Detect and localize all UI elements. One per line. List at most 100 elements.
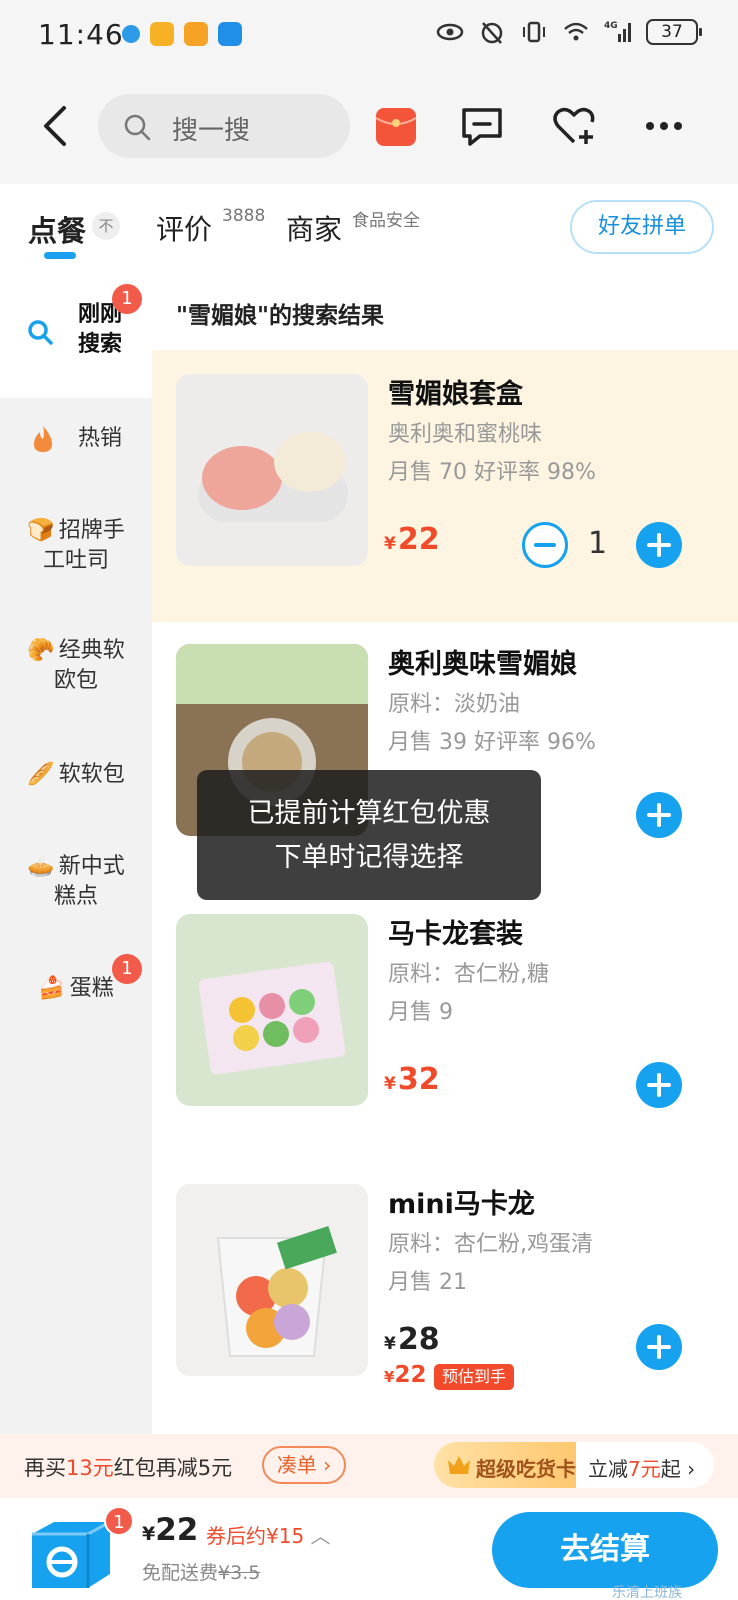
coupon-price-text: 券后约¥15 bbox=[206, 1524, 305, 1548]
status-time: 11:46 bbox=[38, 18, 124, 51]
vip-discount-part: 起 bbox=[660, 1457, 681, 1481]
favorite-add-icon[interactable] bbox=[550, 102, 598, 150]
bread-icon: 🍞 bbox=[27, 518, 55, 543]
tab-merchant[interactable]: 商家 bbox=[286, 208, 342, 248]
system-icons: 4G 37 bbox=[436, 18, 702, 46]
tab-bar: 点餐 不 评价 3888 商家 食品安全 好友拼单 bbox=[0, 184, 738, 274]
tart-icon: 🥧 bbox=[27, 854, 55, 879]
product-description: 原料：淡奶油 bbox=[388, 692, 521, 717]
product-name: 马卡龙套装 bbox=[388, 919, 523, 950]
more-icon[interactable] bbox=[640, 102, 688, 150]
friend-group-order-button[interactable]: 好友拼单 bbox=[570, 200, 714, 254]
sidebar-item-soft-bread[interactable]: 🥐 经典软 欧包 bbox=[0, 636, 152, 696]
tab-active-indicator bbox=[44, 252, 76, 259]
product-card[interactable]: 雪媚娘套盒 奥利奥和蜜桃味 月售 70 好评率 98% ¥22 1 bbox=[152, 350, 738, 622]
sidebar-item-label: 搜索 bbox=[78, 332, 123, 357]
product-sales: 月售 39 好评率 96% bbox=[388, 730, 596, 755]
toast-message: 已提前计算红包优惠 下单时记得选择 bbox=[197, 770, 541, 900]
vip-discount-part: 立减 bbox=[588, 1457, 628, 1481]
notification-icons bbox=[122, 22, 242, 46]
sidebar-item-label: 新中式 bbox=[58, 854, 125, 879]
battery-indicator: 37 bbox=[646, 19, 702, 45]
product-sales: 月售 21 bbox=[388, 1270, 467, 1295]
sidebar-item-label: 经典软 bbox=[58, 638, 125, 663]
promo-text-part: 再买 bbox=[24, 1456, 66, 1480]
sidebar-item-label: 热销 bbox=[77, 426, 122, 451]
collapse-button[interactable]: 不 bbox=[92, 212, 120, 240]
product-image bbox=[176, 374, 368, 566]
wifi-icon bbox=[564, 22, 588, 41]
product-price: ¥28 bbox=[384, 1322, 440, 1357]
sidebar-item-soft-bun[interactable]: 🥖 软软包 bbox=[0, 760, 152, 790]
app-notification-icon bbox=[150, 22, 174, 46]
sidebar-item-label: 欧包 bbox=[53, 668, 98, 693]
coupon-price[interactable]: 券后约¥15 ︿ bbox=[206, 1520, 331, 1549]
sidebar-item-toast[interactable]: 🍞 招牌手 工吐司 bbox=[0, 516, 152, 576]
checkout-button[interactable]: 去结算 bbox=[492, 1512, 718, 1588]
add-more-button[interactable]: 凑单 › bbox=[262, 1446, 346, 1484]
sidebar-item-hot[interactable]: 热销 bbox=[0, 424, 152, 454]
product-image bbox=[176, 1184, 368, 1376]
currency-symbol: ¥ bbox=[384, 1074, 396, 1094]
product-sales: 月售 70 好评率 98% bbox=[388, 460, 596, 485]
product-description: 原料：杏仁粉,鸡蛋清 bbox=[388, 1232, 593, 1257]
tab-order[interactable]: 点餐 bbox=[28, 208, 86, 250]
app-notification-icon bbox=[122, 25, 140, 43]
sidebar-item-label: 蛋糕 bbox=[69, 976, 114, 1001]
product-price: ¥32 bbox=[384, 1062, 440, 1097]
product-description: 奥利奥和蜜桃味 bbox=[388, 422, 543, 447]
add-to-cart-button[interactable] bbox=[636, 1062, 682, 1108]
sidebar-item-label: 软软包 bbox=[58, 762, 125, 787]
sidebar-item-label: 工吐司 bbox=[42, 548, 109, 573]
promo-text-part: 红包再减5元 bbox=[113, 1456, 233, 1480]
top-nav: 搜一搜 bbox=[0, 72, 738, 184]
sidebar-item-label: 招牌手 bbox=[58, 518, 125, 543]
product-card[interactable]: 马卡龙套装 原料：杏仁粉,糖 月售 9 ¥32 bbox=[152, 890, 738, 1162]
red-packet-icon[interactable] bbox=[372, 102, 420, 150]
search-input[interactable]: 搜一搜 bbox=[98, 94, 350, 158]
search-icon bbox=[124, 114, 151, 141]
cake-icon: 🍰 bbox=[38, 976, 66, 1001]
product-image bbox=[176, 914, 368, 1106]
price-value: 28 bbox=[397, 1322, 440, 1357]
currency-symbol: ¥ bbox=[384, 534, 396, 554]
watermark: 乐清上班族 bbox=[612, 1585, 682, 1600]
estimated-price-tag: 预估到手 bbox=[434, 1364, 515, 1390]
eye-icon bbox=[436, 23, 464, 41]
notification-badge: 1 bbox=[112, 954, 142, 984]
message-icon[interactable] bbox=[458, 102, 506, 150]
product-card[interactable]: mini马卡龙 原料：杏仁粉,鸡蛋清 月售 21 ¥28 ¥22 预估到手 bbox=[152, 1160, 738, 1432]
product-description: 原料：杏仁粉,糖 bbox=[388, 962, 549, 987]
add-to-cart-button[interactable] bbox=[636, 1324, 682, 1370]
sidebar-item-chinese-pastry[interactable]: 🥧 新中式 糕点 bbox=[0, 852, 152, 912]
category-sidebar: 刚刚 搜索 1 热销 🍞 招牌手 工吐司 🥐 经典软 欧包 🥖 软软包 🥧 新中式 糕点… bbox=[0, 274, 152, 1434]
signal-icon: 4G bbox=[604, 21, 631, 42]
vip-discount: 立减7元起 › bbox=[588, 1457, 696, 1481]
add-to-cart-button[interactable] bbox=[636, 522, 682, 568]
crown-icon bbox=[448, 1456, 470, 1474]
price-value: 22 bbox=[397, 522, 440, 557]
network-label: 4G bbox=[604, 21, 618, 31]
delivery-fee-original: ¥3.5 bbox=[218, 1562, 261, 1584]
tab-reviews[interactable]: 评价 bbox=[156, 208, 212, 248]
promo-text: 再买13元红包再减5元 bbox=[24, 1452, 232, 1482]
status-bar: 11:46 4G 37 bbox=[0, 0, 738, 72]
decrease-quantity-button[interactable] bbox=[522, 522, 568, 568]
croissant-icon: 🥐 bbox=[27, 638, 55, 663]
food-safety-label: 食品安全 bbox=[352, 211, 420, 231]
add-to-cart-button[interactable] bbox=[636, 792, 682, 838]
product-price: ¥22 bbox=[384, 522, 440, 557]
product-sales: 月售 9 bbox=[388, 1000, 453, 1025]
delivery-fee: 免配送费¥3.5 bbox=[142, 1558, 260, 1585]
back-arrow-icon[interactable] bbox=[36, 102, 76, 150]
currency-symbol: ¥ bbox=[384, 1334, 396, 1354]
sidebar-item-recent-search[interactable]: 刚刚 搜索 1 bbox=[0, 274, 152, 398]
flame-icon bbox=[33, 426, 52, 452]
toast-line: 下单时记得选择 bbox=[274, 842, 464, 873]
delivery-fee-label: 免配送费 bbox=[142, 1562, 219, 1584]
promo-bar: 再买13元红包再减5元 凑单 › 超级吃货卡 立减7元起 › bbox=[0, 1434, 738, 1498]
cart-total: ¥22 bbox=[142, 1512, 198, 1548]
vibrate-icon bbox=[523, 21, 545, 43]
super-foodie-card[interactable]: 超级吃货卡 立减7元起 › bbox=[434, 1442, 714, 1488]
currency-symbol: ¥ bbox=[142, 1523, 156, 1545]
